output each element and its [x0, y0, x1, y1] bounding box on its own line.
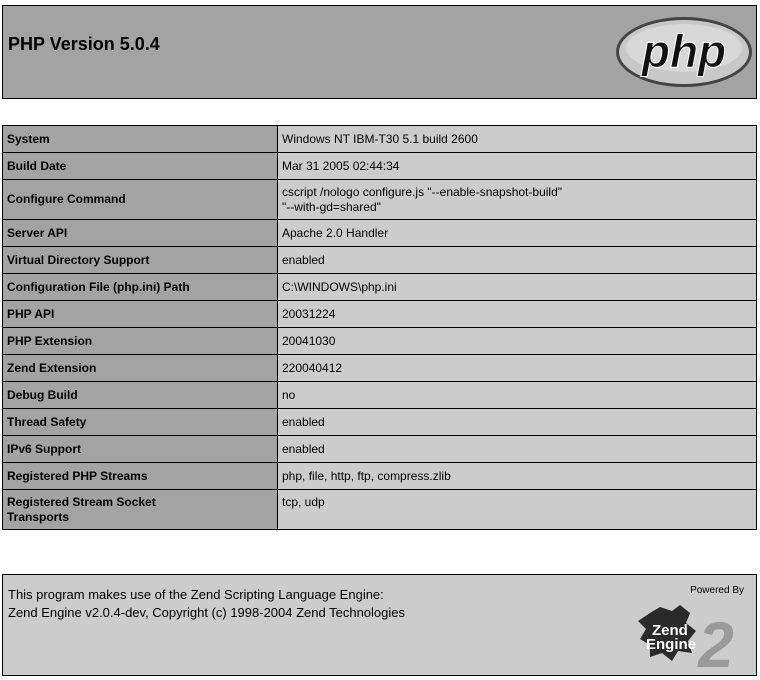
row-label: System: [2, 125, 278, 153]
zend-version-number: 2: [697, 609, 734, 673]
php-logo-text: php: [640, 25, 726, 77]
zend-engine-footer: This program makes use of the Zend Scrip…: [2, 574, 757, 676]
table-row: Registered PHP Streams php, file, http, …: [2, 462, 757, 490]
row-label: PHP API: [2, 300, 278, 328]
row-value-line: "--with-gd=shared": [282, 200, 381, 214]
table-row: IPv6 Support enabled: [2, 435, 757, 463]
table-row: Build Date Mar 31 2005 02:44:34: [2, 152, 757, 180]
php-logo[interactable]: php: [614, 15, 754, 89]
table-row: Thread Safety enabled: [2, 408, 757, 436]
row-value: enabled: [277, 246, 757, 274]
row-label: Debug Build: [2, 381, 278, 409]
row-label-line: Registered Stream Socket: [7, 494, 156, 509]
row-value: cscript /nologo configure.js "--enable-s…: [277, 179, 757, 220]
table-row: PHP Extension 20041030: [2, 327, 757, 355]
row-label: Thread Safety: [2, 408, 278, 436]
table-row: PHP API 20031224: [2, 300, 757, 328]
engine-logo-word: Engine: [646, 636, 696, 653]
row-label: PHP Extension: [2, 327, 278, 355]
zend-usage-text: This program makes use of the Zend Scrip…: [8, 587, 384, 602]
table-row: Configuration File (php.ini) Path C:\WIN…: [2, 273, 757, 301]
row-label: IPv6 Support: [2, 435, 278, 463]
table-row: Virtual Directory Support enabled: [2, 246, 757, 274]
php-info-table: System Windows NT IBM-T30 5.1 build 2600…: [2, 125, 757, 530]
php-version-header: PHP Version 5.0.4 php: [2, 5, 757, 99]
row-label: Virtual Directory Support: [2, 246, 278, 274]
row-value: no: [277, 381, 757, 409]
row-value: C:\WINDOWS\php.ini: [277, 273, 757, 301]
zend-engine-logo[interactable]: Powered By 2 Zend Engine: [616, 579, 752, 673]
row-value: Mar 31 2005 02:44:34: [277, 152, 757, 180]
table-row: Server API Apache 2.0 Handler: [2, 219, 757, 247]
zend-copyright-text: Zend Engine v2.0.4-dev, Copyright (c) 19…: [8, 605, 405, 620]
row-label: Server API: [2, 219, 278, 247]
row-label-line: Transports: [7, 509, 70, 524]
row-label: Configuration File (php.ini) Path: [2, 273, 278, 301]
powered-by-label: Powered By: [690, 585, 744, 596]
row-label: Zend Extension: [2, 354, 278, 382]
row-value: Apache 2.0 Handler: [277, 219, 757, 247]
page-title: PHP Version 5.0.4: [8, 34, 160, 54]
table-row: System Windows NT IBM-T30 5.1 build 2600: [2, 125, 757, 153]
row-value: enabled: [277, 435, 757, 463]
row-value-line: cscript /nologo configure.js "--enable-s…: [282, 185, 563, 199]
row-label: Build Date: [2, 152, 278, 180]
row-label: Registered PHP Streams: [2, 462, 278, 490]
table-row: Zend Extension 220040412: [2, 354, 757, 382]
table-row: Registered Stream Socket Transports tcp,…: [2, 489, 757, 530]
row-value: 20031224: [277, 300, 757, 328]
table-row: Debug Build no: [2, 381, 757, 409]
row-value: 20041030: [277, 327, 757, 355]
row-value: tcp, udp: [277, 489, 757, 530]
row-label: Configure Command: [2, 179, 278, 220]
row-label: Registered Stream Socket Transports: [2, 489, 278, 530]
table-row: Configure Command cscript /nologo config…: [2, 179, 757, 220]
row-value: 220040412: [277, 354, 757, 382]
row-value: Windows NT IBM-T30 5.1 build 2600: [277, 125, 757, 153]
row-value: php, file, http, ftp, compress.zlib: [277, 462, 757, 490]
row-value: enabled: [277, 408, 757, 436]
